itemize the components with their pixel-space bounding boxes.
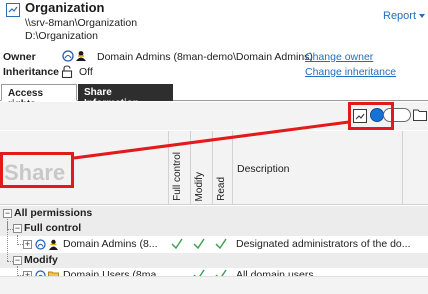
group-icon <box>35 239 46 250</box>
tab-access-rights[interactable]: Access rights <box>1 84 77 110</box>
collapse-icon[interactable]: − <box>13 256 22 265</box>
expand-icon[interactable]: + <box>23 240 32 249</box>
collapse-icon[interactable]: − <box>13 224 22 233</box>
tab-share-information[interactable]: Share Information <box>78 84 173 109</box>
owner-row: Owner Domain Admins (8man-demo\Domain Ad… <box>0 49 428 65</box>
tab-bar: Access rights Share Information <box>0 84 428 110</box>
inheritance-value: Off <box>79 66 93 78</box>
checkmark-icon <box>215 238 227 250</box>
tree-row-domain-admins[interactable]: + Domain Admins (8... Designated adminis… <box>0 235 428 252</box>
header: Organization \\srv-8man\Organization D:\… <box>0 0 428 46</box>
tree-line <box>7 221 8 261</box>
group-icon <box>62 50 86 62</box>
toolbar-highlight-box <box>348 102 394 130</box>
change-owner-link[interactable]: Change owner <box>305 51 373 63</box>
local-path: D:\Organization <box>25 30 98 42</box>
share-folder-icon <box>6 3 20 17</box>
page-title: Organization <box>25 0 105 15</box>
change-inheritance-link[interactable]: Change inheritance <box>305 66 396 78</box>
owner-value: Domain Admins (8man-demo\Domain Admins) <box>97 51 313 63</box>
tree-label: Full control <box>24 222 82 234</box>
tree-label: Domain Admins (8... <box>63 238 158 250</box>
tree-label: Modify <box>24 254 58 266</box>
unlocked-icon <box>61 65 73 78</box>
folder-icon[interactable] <box>413 108 427 121</box>
owner-label: Owner <box>3 51 36 63</box>
column-read-label: Read <box>216 177 227 201</box>
column-description-label: Description <box>237 163 290 175</box>
column-full-control-label: Full control <box>172 152 183 201</box>
tree-row-modify[interactable]: − Modify <box>0 221 428 268</box>
tree-label: All permissions <box>14 207 93 219</box>
column-modify-label: Modify <box>194 171 205 201</box>
share-highlight-box <box>0 152 74 188</box>
unc-path: \\srv-8man\Organization <box>25 17 138 29</box>
report-button[interactable]: Report <box>383 10 416 22</box>
checkmark-icon <box>171 238 183 250</box>
admin-user-icon <box>49 239 58 250</box>
collapse-icon[interactable]: − <box>3 209 12 218</box>
chevron-down-icon[interactable] <box>419 14 425 18</box>
column-divider <box>402 131 403 205</box>
inheritance-label: Inheritance <box>3 66 60 78</box>
grid-footer <box>0 276 428 294</box>
column-full-control[interactable]: Full control <box>168 131 188 205</box>
inheritance-row: Inheritance Off Change inheritance <box>0 64 428 80</box>
column-read[interactable]: Read <box>212 131 232 205</box>
column-modify[interactable]: Modify <box>190 131 210 205</box>
tree-row-full-control[interactable]: − Full control <box>0 219 428 236</box>
column-description[interactable]: Description <box>232 131 402 205</box>
row-description: Designated administrators of the do... <box>236 238 411 250</box>
checkmark-icon <box>193 238 205 250</box>
tree-row-all-permissions[interactable]: − All permissions <box>0 206 428 221</box>
